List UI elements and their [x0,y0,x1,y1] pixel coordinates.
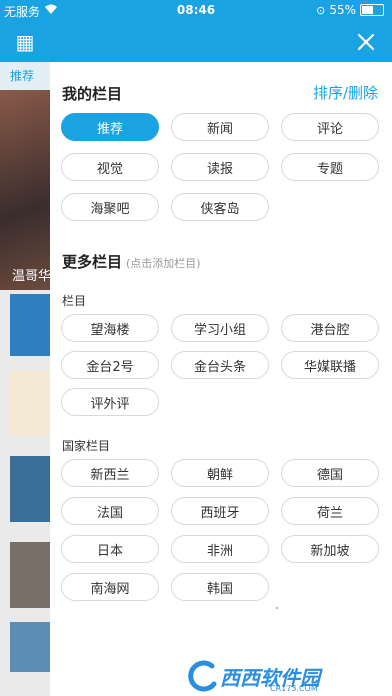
watermark-logo: 西西软件园 CR173.COM [186,660,386,694]
add-column-chip[interactable]: 学习小组 [171,314,269,342]
add-column-chip[interactable]: 南海网 [61,573,159,601]
add-column-chip[interactable]: 华媒联播 [281,351,379,379]
add-column-chip[interactable]: 法国 [61,497,159,525]
group-title-country: 国家栏目 [62,439,111,453]
sort-delete-button[interactable]: 排序/删除 [313,82,378,103]
background-thumb[interactable] [10,622,50,672]
country-group-grid: 新西兰 朝鲜 德国法国 西班牙 荷兰日本 非洲 新加坡南海网 韩国 [61,459,381,601]
add-column-chip[interactable]: 金台头条 [171,351,269,379]
background-tab[interactable]: 推荐 [0,62,50,90]
decor-dot [276,607,278,609]
add-column-chip[interactable]: 朝鲜 [171,459,269,487]
status-bar: 无服务 08:46 ⊙ 55% [0,0,392,22]
watermark-sub: CR173.COM [270,684,318,693]
my-column-chip[interactable]: 推荐 [61,113,159,141]
background-thumb[interactable] [10,294,50,356]
column-group-grid: 望海楼 学习小组 港台腔金台2号 金台头条 华媒联播评外评 [61,314,381,416]
add-column-chip[interactable]: 新加坡 [281,535,379,563]
background-app: ▦ 推荐 温哥华 [0,22,50,696]
column-manager-panel: 我的栏目 排序/删除 推荐 新闻 评论视觉 读报 专题海聚吧 侠客岛 更多栏目 (点击添加栏… [50,22,392,696]
add-column-chip[interactable]: 荷兰 [281,497,379,525]
my-column-chip[interactable]: 评论 [281,113,379,141]
add-column-chip[interactable]: 西班牙 [171,497,269,525]
my-column-chip[interactable]: 读报 [171,153,269,181]
photo-caption: 温哥华 [12,269,50,284]
add-column-chip[interactable]: 非洲 [171,535,269,563]
background-thumb[interactable] [10,542,50,608]
background-photo[interactable]: 温哥华 [0,90,50,290]
add-column-chip[interactable]: 金台2号 [61,351,159,379]
add-column-chip[interactable]: 日本 [61,535,159,563]
background-thumb[interactable] [10,456,50,522]
add-column-chip[interactable]: 港台腔 [281,314,379,342]
add-column-chip[interactable]: 评外评 [61,388,159,416]
panel-header [50,22,392,62]
add-column-chip[interactable]: 德国 [281,459,379,487]
add-column-chip[interactable]: 望海楼 [61,314,159,342]
my-column-chip[interactable]: 专题 [281,153,379,181]
rotation-lock-icon: ⊙ [316,3,326,17]
add-column-chip[interactable]: 韩国 [171,573,269,601]
more-columns-title: 更多栏目 (点击添加栏目) [62,251,201,272]
group-title-columns: 栏目 [62,294,87,308]
my-columns-grid: 推荐 新闻 评论视觉 读报 专题海聚吧 侠客岛 [61,113,381,221]
my-column-chip[interactable]: 视觉 [61,153,159,181]
my-columns-title: 我的栏目 [62,85,123,103]
close-icon [357,33,375,51]
my-column-chip[interactable]: 海聚吧 [61,193,159,221]
watermark-c-icon [188,660,217,692]
background-thumb[interactable] [10,370,50,436]
battery-indicator: ⊙ 55% [316,3,384,17]
battery-percent: 55% [329,3,356,17]
add-column-chip[interactable]: 新西兰 [61,459,159,487]
more-columns-hint: (点击添加栏目) [126,257,201,270]
more-columns-title-text: 更多栏目 [62,253,123,271]
my-column-chip[interactable]: 侠客岛 [171,193,269,221]
qr-code-icon[interactable]: ▦ [0,22,50,62]
battery-icon [360,4,384,16]
close-button[interactable] [352,28,380,56]
my-column-chip[interactable]: 新闻 [171,113,269,141]
